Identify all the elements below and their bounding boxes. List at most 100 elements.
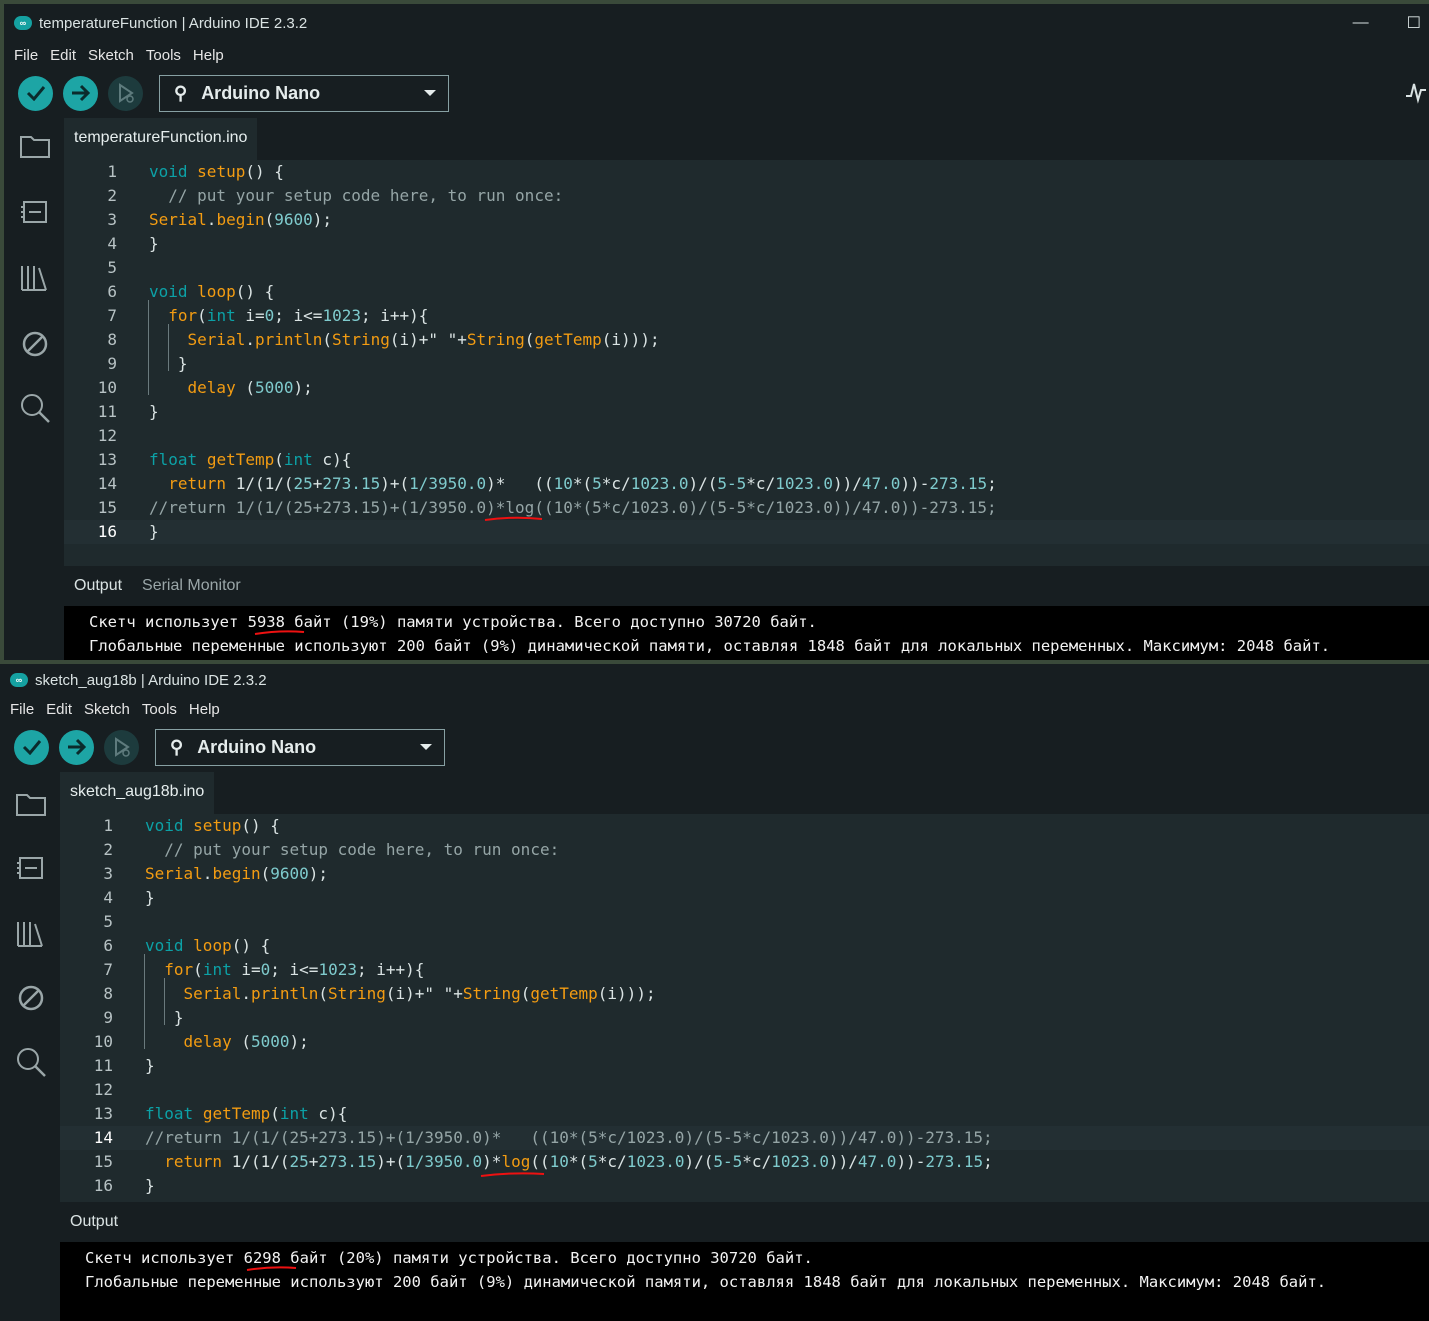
code-text: void setup() { <box>149 162 284 181</box>
tab-output[interactable]: Output <box>64 577 132 595</box>
code-line[interactable]: 14 return 1/(1/(25+273.15)+(1/3950.0)* (… <box>64 472 1429 496</box>
code-line[interactable]: 13 float getTemp(int c){ <box>60 1102 1429 1126</box>
code-line[interactable]: 12 <box>60 1078 1429 1102</box>
code-text: for(int i=0; i<=1023; i++){ <box>149 306 429 325</box>
chevron-down-icon <box>420 744 432 750</box>
code-line[interactable]: 2 // put your setup code here, to run on… <box>60 838 1429 862</box>
line-number: 4 <box>103 888 113 907</box>
line-number: 3 <box>103 864 113 883</box>
tab-label: temperatureFunction.ino <box>74 129 248 146</box>
line-number: 7 <box>107 306 117 325</box>
tab-sketch-file[interactable]: temperatureFunction.ino <box>64 118 258 160</box>
code-line[interactable]: 9 } <box>64 352 1429 376</box>
debug-button[interactable] <box>108 75 143 111</box>
code-line[interactable]: 1 void setup() { <box>64 160 1429 184</box>
line-number: 5 <box>103 912 113 931</box>
code-line[interactable]: 16} <box>60 1174 1429 1198</box>
output-console: Скетч использует 6298 байт (20%) памяти … <box>60 1242 1429 1321</box>
code-text: float getTemp(int c){ <box>145 1104 348 1123</box>
code-line[interactable]: 3 Serial.begin(9600); <box>64 208 1429 232</box>
menu-help[interactable]: Help <box>187 47 230 64</box>
menu-help[interactable]: Help <box>183 701 226 718</box>
board-selector[interactable]: ⚲ Arduino Nano <box>159 74 449 112</box>
debug-disabled-icon[interactable] <box>15 982 47 1014</box>
menu-file[interactable]: File <box>8 47 44 64</box>
code-line[interactable]: 7 for(int i=0; i<=1023; i++){ <box>64 304 1429 328</box>
code-editor[interactable]: 1 void setup() { 2 // put your setup code… <box>64 160 1429 566</box>
tab-output[interactable]: Output <box>60 1213 128 1231</box>
minimize-button[interactable]: — <box>1353 14 1369 32</box>
search-icon[interactable] <box>15 1046 47 1078</box>
menu-tools[interactable]: Tools <box>136 701 183 718</box>
maximize-button[interactable]: ☐ <box>1407 13 1421 33</box>
code-line[interactable]: 13 float getTemp(int c){ <box>64 448 1429 472</box>
line-number: 9 <box>103 1008 113 1027</box>
line-number: 8 <box>107 330 117 349</box>
code-line[interactable]: 4} <box>64 232 1429 256</box>
code-line[interactable]: 5 <box>60 910 1429 934</box>
code-line[interactable]: 5 <box>64 256 1429 280</box>
boards-manager-icon[interactable] <box>19 196 51 228</box>
line-number: 1 <box>107 162 117 181</box>
code-line[interactable]: 11} <box>64 400 1429 424</box>
search-icon[interactable] <box>19 392 51 424</box>
upload-button[interactable] <box>59 729 94 765</box>
boards-manager-icon[interactable] <box>15 852 47 884</box>
serial-plotter-icon[interactable] <box>1405 78 1427 104</box>
code-text: void setup() { <box>145 816 280 835</box>
folder-icon[interactable] <box>19 130 51 162</box>
code-line[interactable]: 15 //return 1/(1/(25+273.15)+(1/3950.0)*l… <box>64 496 1429 520</box>
code-text: delay (5000); <box>149 378 313 397</box>
code-line[interactable]: 1 void setup() { <box>60 814 1429 838</box>
menu-edit[interactable]: Edit <box>40 701 78 718</box>
code-editor[interactable]: 1 void setup() { 2 // put your setup code… <box>60 814 1429 1202</box>
code-text: } <box>149 354 188 373</box>
code-line[interactable]: 4} <box>60 886 1429 910</box>
code-line[interactable]: 16} <box>64 520 1429 544</box>
library-manager-icon[interactable] <box>19 262 51 294</box>
code-line[interactable]: 6 void loop() { <box>60 934 1429 958</box>
board-selector[interactable]: ⚲ Arduino Nano <box>155 728 445 766</box>
code-line[interactable]: 9 } <box>60 1006 1429 1030</box>
underline-annotation <box>254 630 305 635</box>
menu-sketch[interactable]: Sketch <box>78 701 136 718</box>
verify-button[interactable] <box>18 75 53 111</box>
code-text: } <box>145 1008 184 1027</box>
verify-button[interactable] <box>14 729 49 765</box>
menu-file[interactable]: File <box>4 701 40 718</box>
code-text: } <box>149 522 159 541</box>
code-line[interactable]: 7 for(int i=0; i<=1023; i++){ <box>60 958 1429 982</box>
board-name: Arduino Nano <box>197 736 317 757</box>
upload-button[interactable] <box>63 75 98 111</box>
arrow-right-icon <box>67 738 86 756</box>
line-number: 15 <box>97 498 117 517</box>
menu-edit[interactable]: Edit <box>44 47 82 64</box>
code-line[interactable]: 10 delay (5000); <box>60 1030 1429 1054</box>
code-line[interactable]: 14 //return 1/(1/(25+273.15)+(1/3950.0)* … <box>60 1126 1429 1150</box>
menu-sketch[interactable]: Sketch <box>82 47 140 64</box>
code-line[interactable]: 12 <box>64 424 1429 448</box>
debug-disabled-icon[interactable] <box>19 328 51 360</box>
toolbar: ⚲ Arduino Nano <box>4 68 1429 118</box>
ide-window-1: ∞ temperatureFunction | Arduino IDE 2.3.… <box>4 4 1429 660</box>
menu-tools[interactable]: Tools <box>140 47 187 64</box>
tab-serial-monitor[interactable]: Serial Monitor <box>132 577 251 595</box>
code-line[interactable]: 11} <box>60 1054 1429 1078</box>
debug-button[interactable] <box>104 729 139 765</box>
code-line[interactable]: 10 delay (5000); <box>64 376 1429 400</box>
code-line[interactable]: 15 return 1/(1/(25+273.15)+(1/3950.0)*lo… <box>60 1150 1429 1174</box>
code-line[interactable]: 3 Serial.begin(9600); <box>60 862 1429 886</box>
code-text: } <box>145 1056 155 1075</box>
board-name: Arduino Nano <box>201 82 321 103</box>
code-line[interactable]: 2 // put your setup code here, to run on… <box>64 184 1429 208</box>
folder-icon[interactable] <box>15 788 47 820</box>
debug-icon <box>114 737 130 757</box>
code-line[interactable]: 8 Serial.println(String(i)+" "+String(ge… <box>60 982 1429 1006</box>
line-number: 16 <box>97 522 117 541</box>
line-number: 14 <box>93 1128 113 1147</box>
library-manager-icon[interactable] <box>15 918 47 950</box>
line-number: 8 <box>103 984 113 1003</box>
code-line[interactable]: 8 Serial.println(String(i)+" "+String(ge… <box>64 328 1429 352</box>
tab-sketch-file[interactable]: sketch_aug18b.ino <box>60 772 215 814</box>
code-line[interactable]: 6 void loop() { <box>64 280 1429 304</box>
